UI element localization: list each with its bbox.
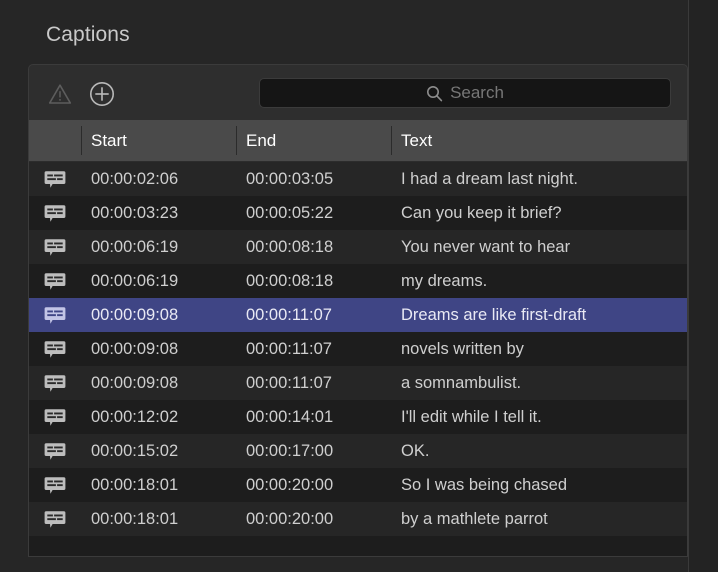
- table-row[interactable]: 00:00:06:1900:00:08:18You never want to …: [29, 230, 687, 264]
- cell-start[interactable]: 00:00:12:02: [81, 400, 236, 434]
- caption-bubble-icon: [29, 298, 81, 332]
- cell-end[interactable]: 00:00:11:07: [236, 298, 391, 332]
- column-header-end-label: End: [246, 131, 276, 151]
- caption-bubble-icon: [29, 230, 81, 264]
- cell-text[interactable]: So I was being chased: [391, 468, 687, 502]
- cell-text[interactable]: novels written by: [391, 332, 687, 366]
- table-row[interactable]: 00:00:09:0800:00:11:07novels written by: [29, 332, 687, 366]
- cell-end[interactable]: 00:00:11:07: [236, 332, 391, 366]
- table-body: 00:00:02:0600:00:03:05I had a dream last…: [29, 162, 687, 536]
- column-header-end[interactable]: End: [236, 120, 391, 161]
- table-row[interactable]: 00:00:03:2300:00:05:22Can you keep it br…: [29, 196, 687, 230]
- cell-end[interactable]: 00:00:17:00: [236, 434, 391, 468]
- cell-start[interactable]: 00:00:06:19: [81, 264, 236, 298]
- page-title: Captions: [46, 23, 130, 47]
- column-header-start-label: Start: [91, 131, 127, 151]
- warning-triangle-icon[interactable]: [45, 79, 75, 109]
- cell-start[interactable]: 00:00:06:19: [81, 230, 236, 264]
- cell-end[interactable]: 00:00:11:07: [236, 366, 391, 400]
- panel-right-edge: [688, 0, 689, 572]
- cell-start[interactable]: 00:00:09:08: [81, 332, 236, 366]
- captions-panel-root: Captions: [0, 0, 718, 572]
- cell-text[interactable]: by a mathlete parrot: [391, 502, 687, 536]
- caption-bubble-icon: [29, 434, 81, 468]
- captions-toolbar: Search: [28, 64, 688, 120]
- search-icon: [426, 85, 443, 102]
- caption-bubble-icon: [29, 332, 81, 366]
- table-row[interactable]: 00:00:09:0800:00:11:07Dreams are like fi…: [29, 298, 687, 332]
- cell-start[interactable]: 00:00:09:08: [81, 298, 236, 332]
- caption-bubble-icon: [29, 502, 81, 536]
- caption-bubble-icon: [29, 264, 81, 298]
- cell-text[interactable]: a somnambulist.: [391, 366, 687, 400]
- table-row[interactable]: 00:00:06:1900:00:08:18my dreams.: [29, 264, 687, 298]
- cell-start[interactable]: 00:00:18:01: [81, 502, 236, 536]
- column-header-start[interactable]: Start: [81, 120, 236, 161]
- caption-bubble-icon: [29, 366, 81, 400]
- cell-end[interactable]: 00:00:20:00: [236, 468, 391, 502]
- column-header-gutter[interactable]: [29, 120, 81, 161]
- cell-end[interactable]: 00:00:03:05: [236, 162, 391, 196]
- cell-end[interactable]: 00:00:14:01: [236, 400, 391, 434]
- table-row[interactable]: 00:00:02:0600:00:03:05I had a dream last…: [29, 162, 687, 196]
- cell-text[interactable]: Dreams are like first-draft: [391, 298, 687, 332]
- plus-circle-icon[interactable]: [87, 79, 117, 109]
- column-header-text[interactable]: Text: [391, 120, 687, 161]
- cell-text[interactable]: Can you keep it brief?: [391, 196, 687, 230]
- captions-panel: Captions: [0, 0, 689, 572]
- column-header-text-label: Text: [401, 131, 432, 151]
- cell-start[interactable]: 00:00:02:06: [81, 162, 236, 196]
- cell-text[interactable]: I'll edit while I tell it.: [391, 400, 687, 434]
- cell-text[interactable]: my dreams.: [391, 264, 687, 298]
- search-input[interactable]: Search: [259, 78, 671, 108]
- table-row[interactable]: 00:00:09:0800:00:11:07a somnambulist.: [29, 366, 687, 400]
- caption-bubble-icon: [29, 400, 81, 434]
- table-row[interactable]: 00:00:18:0100:00:20:00by a mathlete parr…: [29, 502, 687, 536]
- cell-start[interactable]: 00:00:09:08: [81, 366, 236, 400]
- table-header: Start End Text: [29, 120, 687, 162]
- table-row[interactable]: 00:00:18:0100:00:20:00So I was being cha…: [29, 468, 687, 502]
- table-row[interactable]: 00:00:15:0200:00:17:00OK.: [29, 434, 687, 468]
- cell-text[interactable]: You never want to hear: [391, 230, 687, 264]
- cell-start[interactable]: 00:00:03:23: [81, 196, 236, 230]
- search-placeholder: Search: [450, 83, 504, 103]
- cell-text[interactable]: I had a dream last night.: [391, 162, 687, 196]
- cell-end[interactable]: 00:00:20:00: [236, 502, 391, 536]
- cell-text[interactable]: OK.: [391, 434, 687, 468]
- cell-end[interactable]: 00:00:08:18: [236, 230, 391, 264]
- cell-start[interactable]: 00:00:18:01: [81, 468, 236, 502]
- cell-end[interactable]: 00:00:08:18: [236, 264, 391, 298]
- caption-bubble-icon: [29, 162, 81, 196]
- table-row[interactable]: 00:00:12:0200:00:14:01I'll edit while I …: [29, 400, 687, 434]
- cell-start[interactable]: 00:00:15:02: [81, 434, 236, 468]
- cell-end[interactable]: 00:00:05:22: [236, 196, 391, 230]
- caption-bubble-icon: [29, 468, 81, 502]
- caption-bubble-icon: [29, 196, 81, 230]
- captions-table: Start End Text 00:00:02:0600:00:03:05I h…: [28, 120, 688, 557]
